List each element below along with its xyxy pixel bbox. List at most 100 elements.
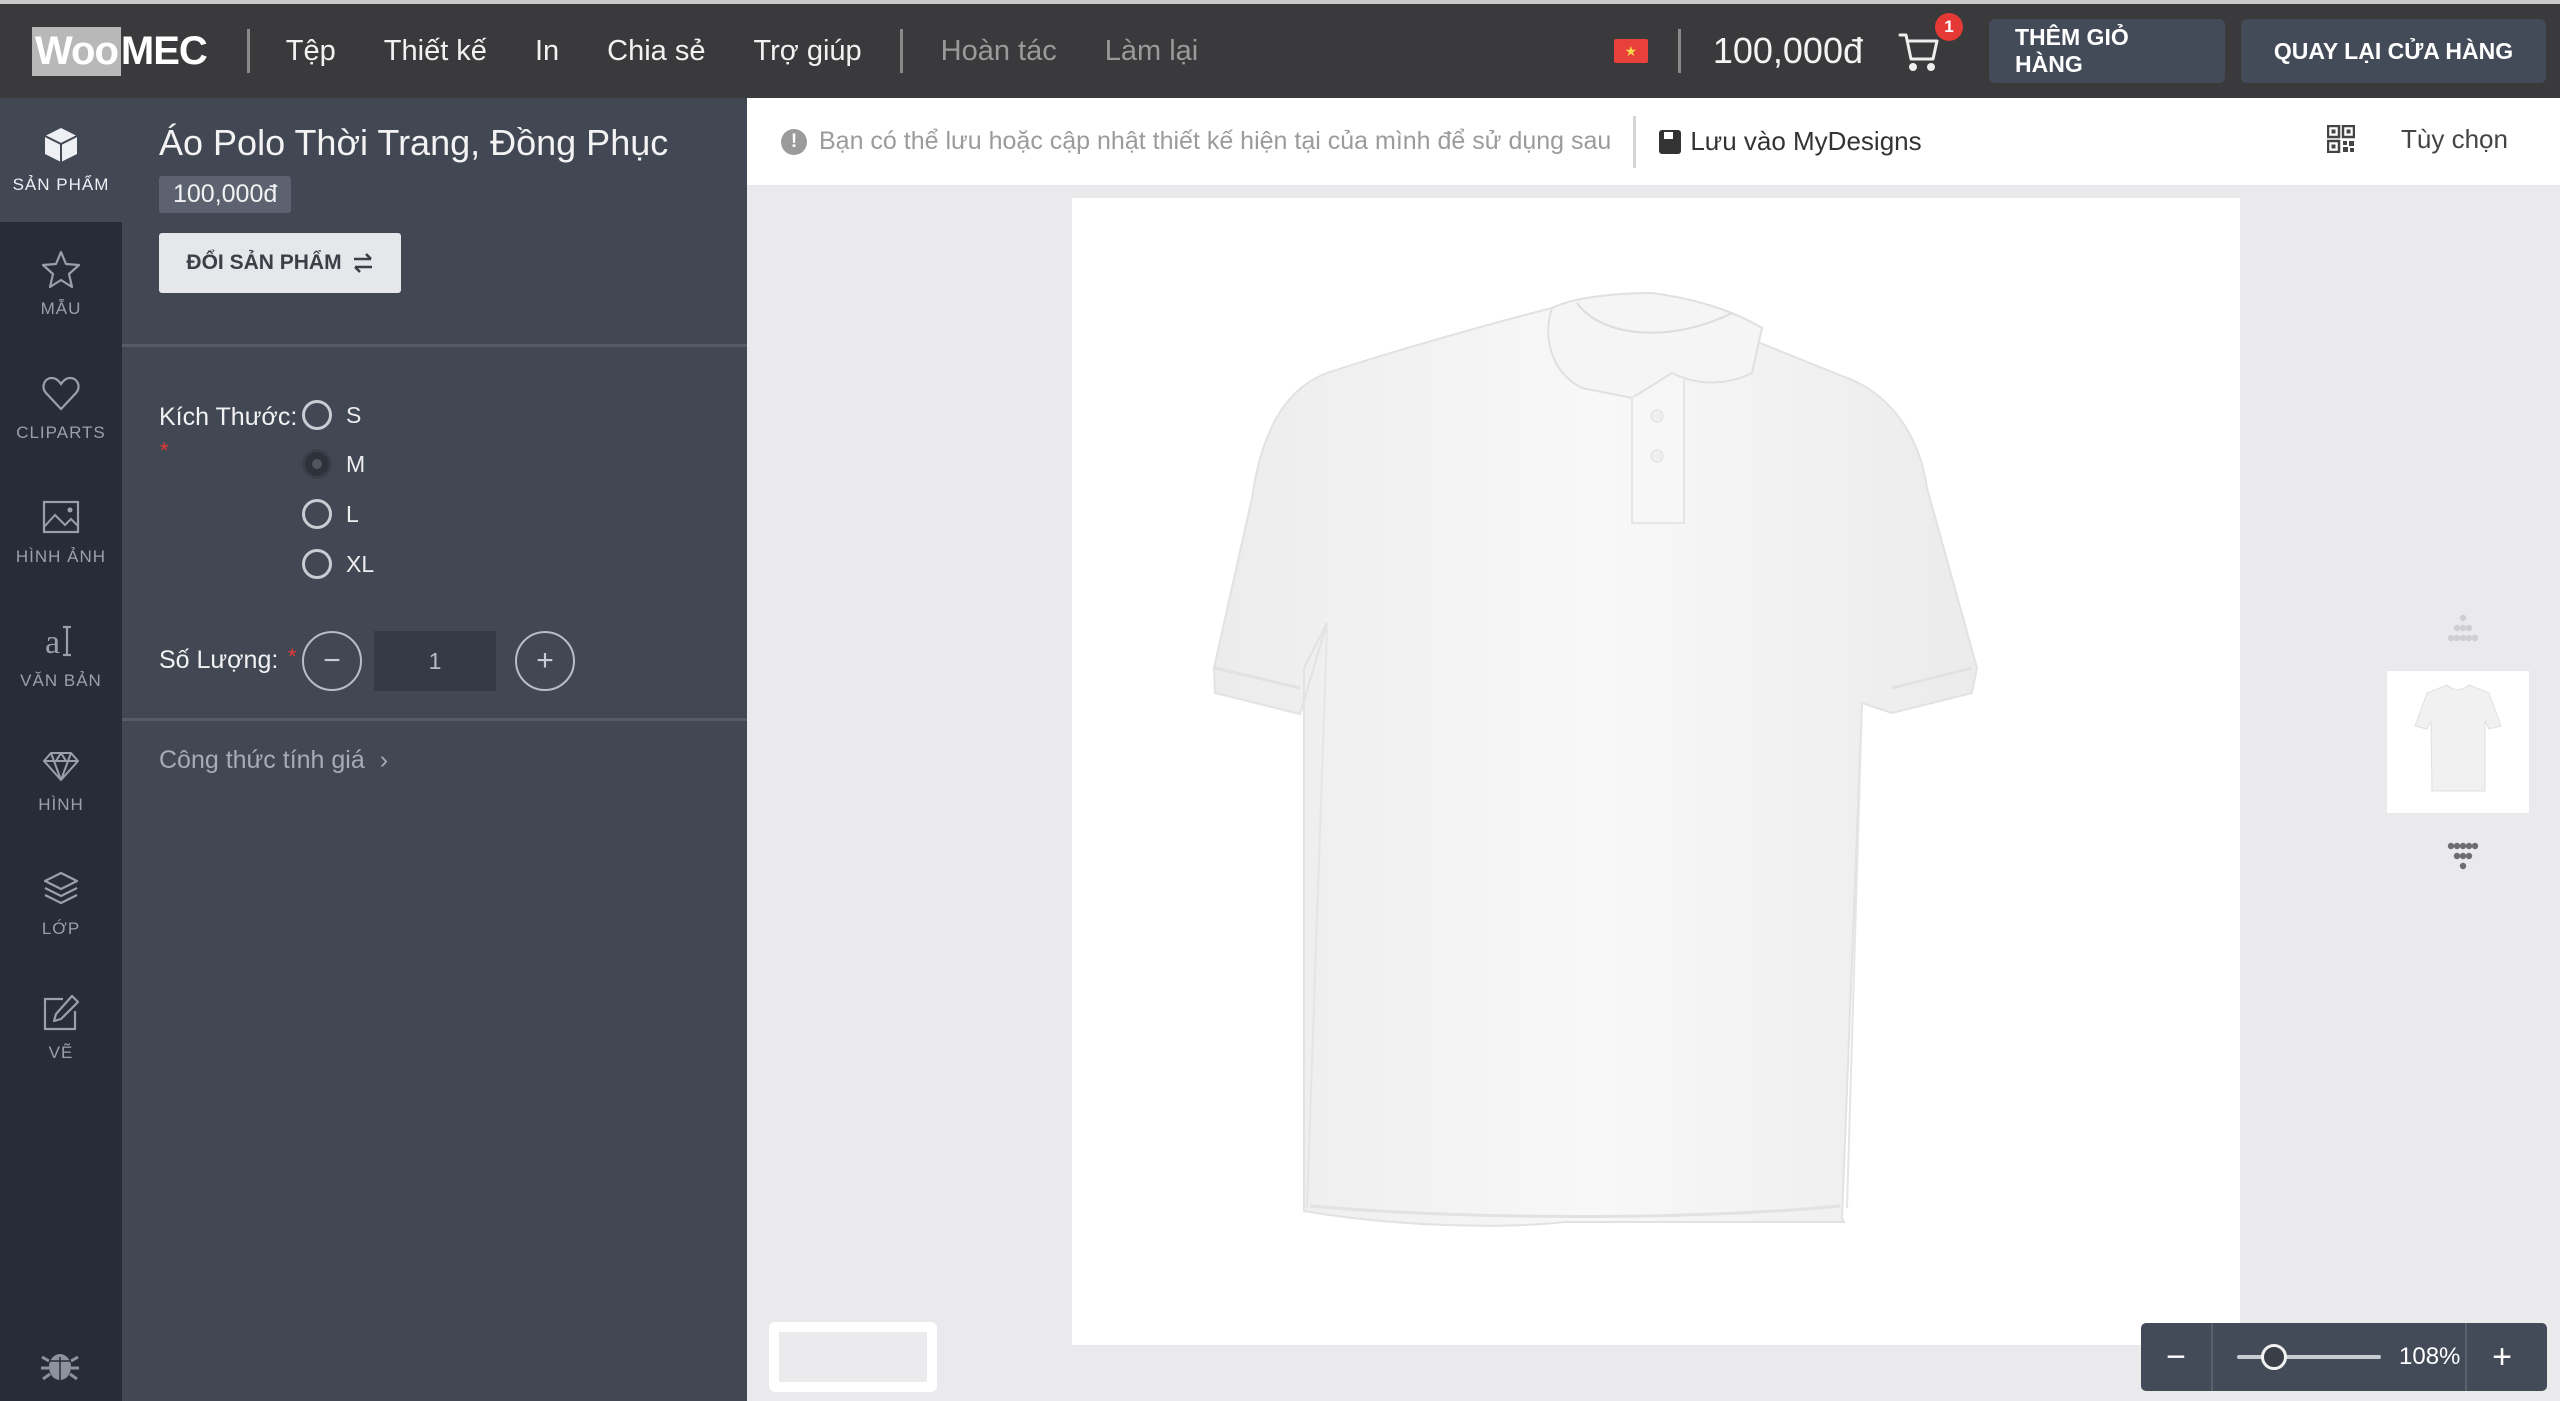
radio-button[interactable]: [302, 400, 332, 430]
product-panel: Áo Polo Thời Trang, Đồng Phục 100,000đ Đ…: [122, 98, 747, 1401]
save-hint-text: Bạn có thể lưu hoặc cập nhật thiết kế hi…: [819, 127, 1612, 155]
back-to-shop-button[interactable]: QUAY LẠI CỬA HÀNG: [2241, 19, 2546, 83]
cart-button[interactable]: 1: [1897, 13, 1963, 73]
logo[interactable]: Woo MEC: [32, 26, 208, 76]
size-option-xl[interactable]: XL: [302, 549, 374, 579]
size-option-m[interactable]: M: [302, 449, 365, 479]
sidebar-item-text[interactable]: a VĂN BẢN: [0, 594, 122, 718]
quantity-input[interactable]: [374, 631, 496, 691]
pricing-formula-link[interactable]: Công thức tính giá ›: [159, 746, 388, 775]
product-title: Áo Polo Thời Trang, Đồng Phục: [159, 122, 669, 163]
redo-button[interactable]: Làm lại: [1105, 35, 1199, 68]
pricing-formula-label: Công thức tính giá: [159, 746, 365, 774]
bug-icon[interactable]: [40, 1347, 80, 1383]
polo-shirt-image[interactable]: [1072, 198, 2240, 1345]
cart-count-badge: 1: [1935, 13, 1963, 41]
floppy-disk-icon: [1659, 129, 1682, 154]
change-product-button[interactable]: ĐỔI SẢN PHẨM: [159, 233, 401, 293]
logo-mec: MEC: [120, 28, 208, 73]
radio-label: M: [346, 450, 366, 477]
star-icon: [41, 250, 81, 289]
divider: [246, 29, 250, 73]
required-marker: *: [160, 438, 169, 463]
sidebar-item-cliparts[interactable]: CLIPARTS: [0, 346, 122, 470]
sidebar-item-label: HÌNH ẢNH: [15, 547, 107, 566]
options-button[interactable]: Tùy chọn: [2401, 124, 2508, 155]
sidebar-item-label: HÌNH: [38, 795, 84, 814]
sidebar-item-images[interactable]: HÌNH ẢNH: [0, 470, 122, 594]
logo-woo: Woo: [32, 26, 121, 76]
chevron-right-icon: ›: [379, 746, 389, 774]
text-icon: a: [45, 624, 71, 661]
cart-icon: [1898, 33, 1939, 71]
qr-code-icon[interactable]: [2327, 125, 2355, 153]
heart-icon: [42, 376, 80, 411]
zoom-out-button[interactable]: −: [2141, 1323, 2211, 1391]
sidebar-item-label: VẼ: [48, 1043, 74, 1062]
size-option-l[interactable]: L: [302, 499, 359, 529]
radio-label: XL: [346, 550, 375, 577]
design-canvas-area: ! Bạn có thể lưu hoặc cập nhật thiết kế …: [747, 98, 2560, 1401]
sidebar-item-draw[interactable]: VẼ: [0, 966, 122, 1090]
add-to-cart-button[interactable]: THÊM GIỎ HÀNG: [1989, 19, 2225, 83]
sidebar-item-products[interactable]: SẢN PHẨM: [0, 98, 122, 222]
scroll-down-arrow-icon[interactable]: [2433, 838, 2493, 878]
layers-icon: [43, 871, 79, 905]
divider: [1677, 29, 1681, 73]
canvas-toolbar: ! Bạn có thể lưu hoặc cập nhật thiết kế …: [747, 98, 2560, 185]
radio-button[interactable]: [302, 549, 332, 579]
swap-icon: [353, 253, 372, 273]
zoom-level: 108%: [2399, 1343, 2461, 1370]
zoom-slider[interactable]: [2237, 1342, 2381, 1372]
sidebar-item-label: CLIPARTS: [16, 423, 106, 442]
scroll-up-arrow-icon[interactable]: [2433, 610, 2493, 650]
minimap-navigator[interactable]: [769, 1322, 937, 1392]
radio-button[interactable]: [302, 499, 332, 529]
size-option-s[interactable]: S: [302, 400, 361, 430]
svg-text:a: a: [45, 624, 60, 661]
divider: [2211, 1323, 2213, 1391]
sidebar-item-label: LỚP: [41, 919, 81, 938]
cube-icon: [44, 128, 78, 162]
minus-icon: −: [323, 644, 341, 677]
view-thumbnail-front[interactable]: [2387, 671, 2529, 813]
zoom-control: − 108% +: [2141, 1323, 2547, 1391]
sidebar-item-templates[interactable]: MẪU: [0, 222, 122, 346]
zoom-slider-thumb[interactable]: [2260, 1344, 2287, 1370]
radio-label: S: [346, 401, 362, 428]
menu-share[interactable]: Chia sẻ: [607, 35, 705, 68]
sidebar-item-shapes[interactable]: HÌNH: [0, 718, 122, 842]
required-marker: *: [288, 644, 297, 669]
save-to-mydesigns-button[interactable]: Lưu vào MyDesigns: [1658, 126, 1922, 157]
info-icon: !: [781, 128, 807, 155]
undo-button[interactable]: Hoàn tác: [941, 35, 1057, 68]
section-divider: [122, 344, 747, 347]
divider: [899, 29, 903, 73]
menu-file[interactable]: Tệp: [286, 35, 336, 68]
radio-label: L: [346, 500, 359, 527]
change-product-label: ĐỔI SẢN PHẨM: [186, 251, 342, 274]
plus-icon: +: [536, 644, 554, 677]
section-divider: [122, 718, 747, 721]
polo-shirt-thumbnail: [2414, 684, 2502, 792]
size-label: Kích Thước:: [159, 403, 298, 431]
image-icon: [42, 500, 80, 534]
diamond-icon: [43, 752, 79, 781]
quantity-label: Số Lượng:: [159, 646, 279, 674]
divider: [1633, 115, 1637, 168]
menu-design[interactable]: Thiết kế: [384, 35, 487, 68]
design-board[interactable]: [1072, 198, 2240, 1345]
menu-print[interactable]: In: [535, 35, 559, 68]
sidebar-item-label: MẪU: [40, 299, 82, 318]
quantity-increase-button[interactable]: +: [515, 631, 575, 691]
product-price: 100,000đ: [159, 176, 292, 213]
sidebar-item-label: SẢN PHẨM: [12, 175, 110, 194]
tool-sidebar: SẢN PHẨM MẪU CLIPARTS HÌNH ẢNH a VĂN BẢN…: [0, 98, 122, 1401]
menu-help[interactable]: Trợ giúp: [753, 35, 861, 68]
vietnam-flag-icon[interactable]: ★: [1613, 39, 1648, 63]
edit-icon: [43, 994, 80, 1031]
quantity-decrease-button[interactable]: −: [302, 631, 362, 691]
sidebar-item-layers[interactable]: LỚP: [0, 842, 122, 966]
zoom-in-button[interactable]: +: [2467, 1323, 2537, 1391]
radio-button-checked[interactable]: [302, 449, 332, 479]
